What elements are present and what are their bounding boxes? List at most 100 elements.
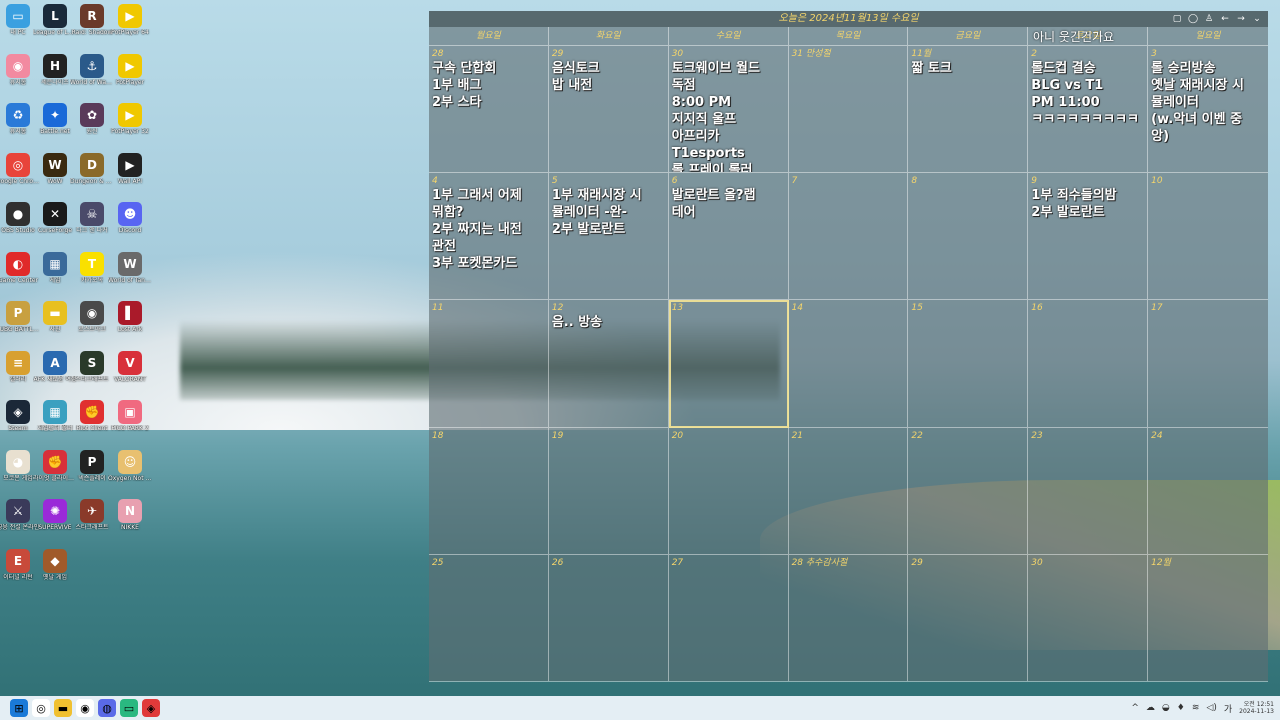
chevron-down-icon[interactable]: ⌄ <box>1252 11 1262 27</box>
person-icon[interactable]: ♙ <box>1204 11 1214 27</box>
calendar-day[interactable]: 27 <box>668 554 789 682</box>
calendar-day[interactable]: 24 <box>1148 428 1268 555</box>
calendar-day[interactable]: 3 롤 승리방송 옛날 재래시장 시 뮬레이터 (w.악녀 이벤 중 앙) <box>1148 46 1268 174</box>
desktop-shortcut[interactable]: ▬ 사진 <box>35 301 75 349</box>
calendar-day[interactable]: 19 <box>548 427 669 555</box>
calendar-day[interactable]: 11월 짧 토크 <box>908 46 1029 174</box>
arrow-right-icon[interactable]: → <box>1236 11 1246 27</box>
desktop-shortcut[interactable]: ≡ 갤러리 <box>0 350 38 399</box>
desktop-shortcut[interactable]: ☻ Discord <box>110 202 150 250</box>
taskbar-app-start[interactable]: ⊞ <box>10 699 28 717</box>
desktop-shortcut[interactable]: ▌ Lost Ark <box>110 301 150 349</box>
desktop-shortcut[interactable]: PPUBG BATTLEGR <box>0 301 40 349</box>
calendar-day[interactable]: 2 롤드컵 결승 BLG vs T1 PM 11:00 ㅋㅋㅋㅋㅋㅋㅋㅋㅋ <box>1028 46 1149 174</box>
calendar-day[interactable]: 6 발로란트 올?랩 테어 <box>668 173 789 301</box>
calendar-day[interactable]: 28 추수감사절 <box>788 554 909 682</box>
refresh-icon[interactable]: ◯ <box>1188 11 1198 27</box>
taskbar-clock[interactable]: 오전 12:51 2024-11-13 <box>1239 701 1274 715</box>
calendar-day[interactable]: 8 <box>908 173 1029 301</box>
calendar-day[interactable]: 12 음.. 방송 <box>548 300 669 428</box>
calendar-day[interactable]: 12월 <box>1148 555 1268 682</box>
desktop-shortcut[interactable]: ▣ PICO PARK 2 <box>110 400 150 448</box>
calendar-day[interactable]: 30 <box>1028 554 1149 682</box>
volume-icon[interactable]: ◁) <box>1206 703 1216 713</box>
desktop-shortcut[interactable]: W WoW <box>35 152 75 201</box>
desktop-shortcut[interactable]: V VALORANT <box>110 350 150 399</box>
desktop-shortcut[interactable]: WWorld of Tanks ASIA <box>108 251 152 300</box>
taskbar-app-chrome[interactable]: ◎ <box>32 699 50 717</box>
calendar-day[interactable]: 16 <box>1028 300 1149 428</box>
desktop-shortcut[interactable]: ◎Google Chrome <box>0 152 40 201</box>
desktop-shortcut[interactable]: ✈ 스타크래프트 <box>72 499 112 547</box>
desktop-shortcut[interactable]: R Raid: Shadow <box>72 4 112 52</box>
desktop-shortcut[interactable]: ✊ Riot Client <box>72 400 112 448</box>
calendar-day[interactable]: 17 <box>1148 300 1268 428</box>
calendar-day[interactable]: 31 만성절 <box>788 46 909 174</box>
taskbar-app-app2[interactable]: ▭ <box>120 699 138 717</box>
calendar-day[interactable]: 4 1부 그래서 어제 뭐함? 2부 짜지는 내전 관전 3부 포켓몬카드 <box>429 173 549 301</box>
desktop-shortcut[interactable]: N NIKKE <box>110 499 150 547</box>
desktop-shortcut[interactable]: ♻ 휴지통 <box>0 103 38 151</box>
desktop-shortcut[interactable]: ⚓World of Warships <box>70 53 114 102</box>
taskbar-app-chrome-alt[interactable]: ◉ <box>76 699 94 717</box>
chevron-up-icon[interactable]: ^ <box>1131 703 1139 713</box>
calendar-day[interactable]: 5 1부 재래시장 시 뮬레이터 -완- 2부 발로란트 <box>548 173 669 301</box>
desktop-shortcut[interactable]: ◉ 로스트아크 <box>72 301 112 349</box>
calendar-day[interactable]: 7 <box>788 173 909 301</box>
calendar-day[interactable]: 18 <box>429 427 549 555</box>
calendar-day[interactable]: 29 음식토크 밥 내전 <box>548 46 669 174</box>
calendar-day-today[interactable]: 13 <box>668 300 789 428</box>
desktop-shortcut[interactable]: ▶ Wall API <box>110 152 150 201</box>
calendar-day[interactable]: 21 <box>788 427 909 555</box>
calendar-day[interactable]: 28 구속 단합회 1부 배그 2부 스타 <box>429 46 549 174</box>
desktop-shortcut[interactable]: P 넥슨플레이 <box>72 449 112 498</box>
calendar-day[interactable]: 22 <box>908 427 1029 555</box>
desktop-shortcut[interactable]: ◆ 옛날 게임 <box>35 548 75 597</box>
desktop-shortcut[interactable]: ▶ PotPlayer 32 <box>110 103 150 151</box>
calendar-day[interactable]: 29 <box>908 554 1029 682</box>
desktop-shortcut[interactable]: LLeague of Legends <box>33 4 77 52</box>
desktop-shortcut[interactable]: ● OBS Studio <box>0 202 38 250</box>
wifi-icon[interactable]: ≋ <box>1192 703 1200 713</box>
calendar-day[interactable]: 14 <box>788 300 909 428</box>
desktop-shortcut[interactable]: ✺ SUPERVIVE <box>35 499 75 547</box>
desktop-shortcut[interactable]: ✕ CurseForge <box>35 202 75 250</box>
calendar-day[interactable]: 30 토크웨이브 월드 독점 8:00 PM 지지직 울프 아프리카 T1espo… <box>668 46 789 174</box>
desktop-shortcut[interactable]: ◐ Game Center <box>0 251 38 300</box>
arrow-left-icon[interactable]: ← <box>1220 11 1230 27</box>
desktop-shortcut[interactable]: A AFK 새로운 여정 <box>34 350 76 399</box>
desktop-shortcut[interactable]: ▦ 게임 <box>35 251 75 300</box>
calendar-day[interactable]: 10 <box>1148 173 1268 301</box>
calendar-day[interactable]: 20 <box>668 427 789 555</box>
desktop-shortcut[interactable]: E 이터널 리턴 <box>0 548 38 597</box>
desktop-shortcut[interactable]: ▶ PotPlayer 64 <box>110 4 150 52</box>
desktop-shortcut[interactable]: ☺Oxygen Not Included <box>108 449 152 498</box>
desktop-shortcut[interactable]: DDungeon & Fighter <box>70 152 114 201</box>
taskbar-app-app3[interactable]: ◈ <box>142 699 160 717</box>
desktop-shortcut[interactable]: ▶ PotPlayer <box>110 53 150 102</box>
taskbar-app-app[interactable]: ◍ <box>98 699 116 717</box>
calendar-day[interactable]: 25 <box>429 554 549 682</box>
desktop-shortcut[interactable]: ▭ 내 PC <box>0 4 38 52</box>
desktop-shortcut[interactable]: ✦ Battle.net <box>35 103 75 151</box>
mic-icon[interactable]: ♦ <box>1177 703 1185 713</box>
calendar-day[interactable]: 9 1부 죄수들의밤 2부 발로란트 <box>1028 173 1149 301</box>
desktop-shortcut[interactable]: T 카카오톡 <box>72 251 112 300</box>
ime-icon[interactable]: 가 <box>1224 702 1232 715</box>
desktop-shortcut[interactable]: ✿ 원신 <box>72 103 112 151</box>
calendar-day[interactable]: 11 <box>429 300 549 428</box>
calendar-day[interactable]: 23 <box>1028 427 1149 555</box>
desktop-shortcut[interactable]: ☠ 다크 앤 다커 <box>72 202 112 250</box>
desktop-shortcut[interactable]: ◉ 휴지통 <box>0 53 38 102</box>
desktop-shortcut[interactable]: ◈ Steam <box>0 400 38 448</box>
desktop-shortcut[interactable]: ⚔ 영웅 전설 온라인 <box>0 499 39 547</box>
calendar-day[interactable]: 26 <box>548 554 669 682</box>
cloud-icon[interactable]: ☁ <box>1146 703 1155 713</box>
calendar-day[interactable]: 15 <box>908 300 1029 428</box>
taskbar-app-explorer[interactable]: ▬ <box>54 699 72 717</box>
desktop-shortcut[interactable]: ✊ 라이엇 클라이언트 <box>33 449 77 498</box>
network-icon[interactable]: ◒ <box>1162 703 1170 713</box>
square-icon[interactable]: ▢ <box>1172 11 1182 27</box>
desktop-shortcut[interactable]: ◕ 모코몬 게임 <box>0 449 38 498</box>
desktop-shortcut[interactable]: H 세븐나이츠 <box>35 53 75 102</box>
